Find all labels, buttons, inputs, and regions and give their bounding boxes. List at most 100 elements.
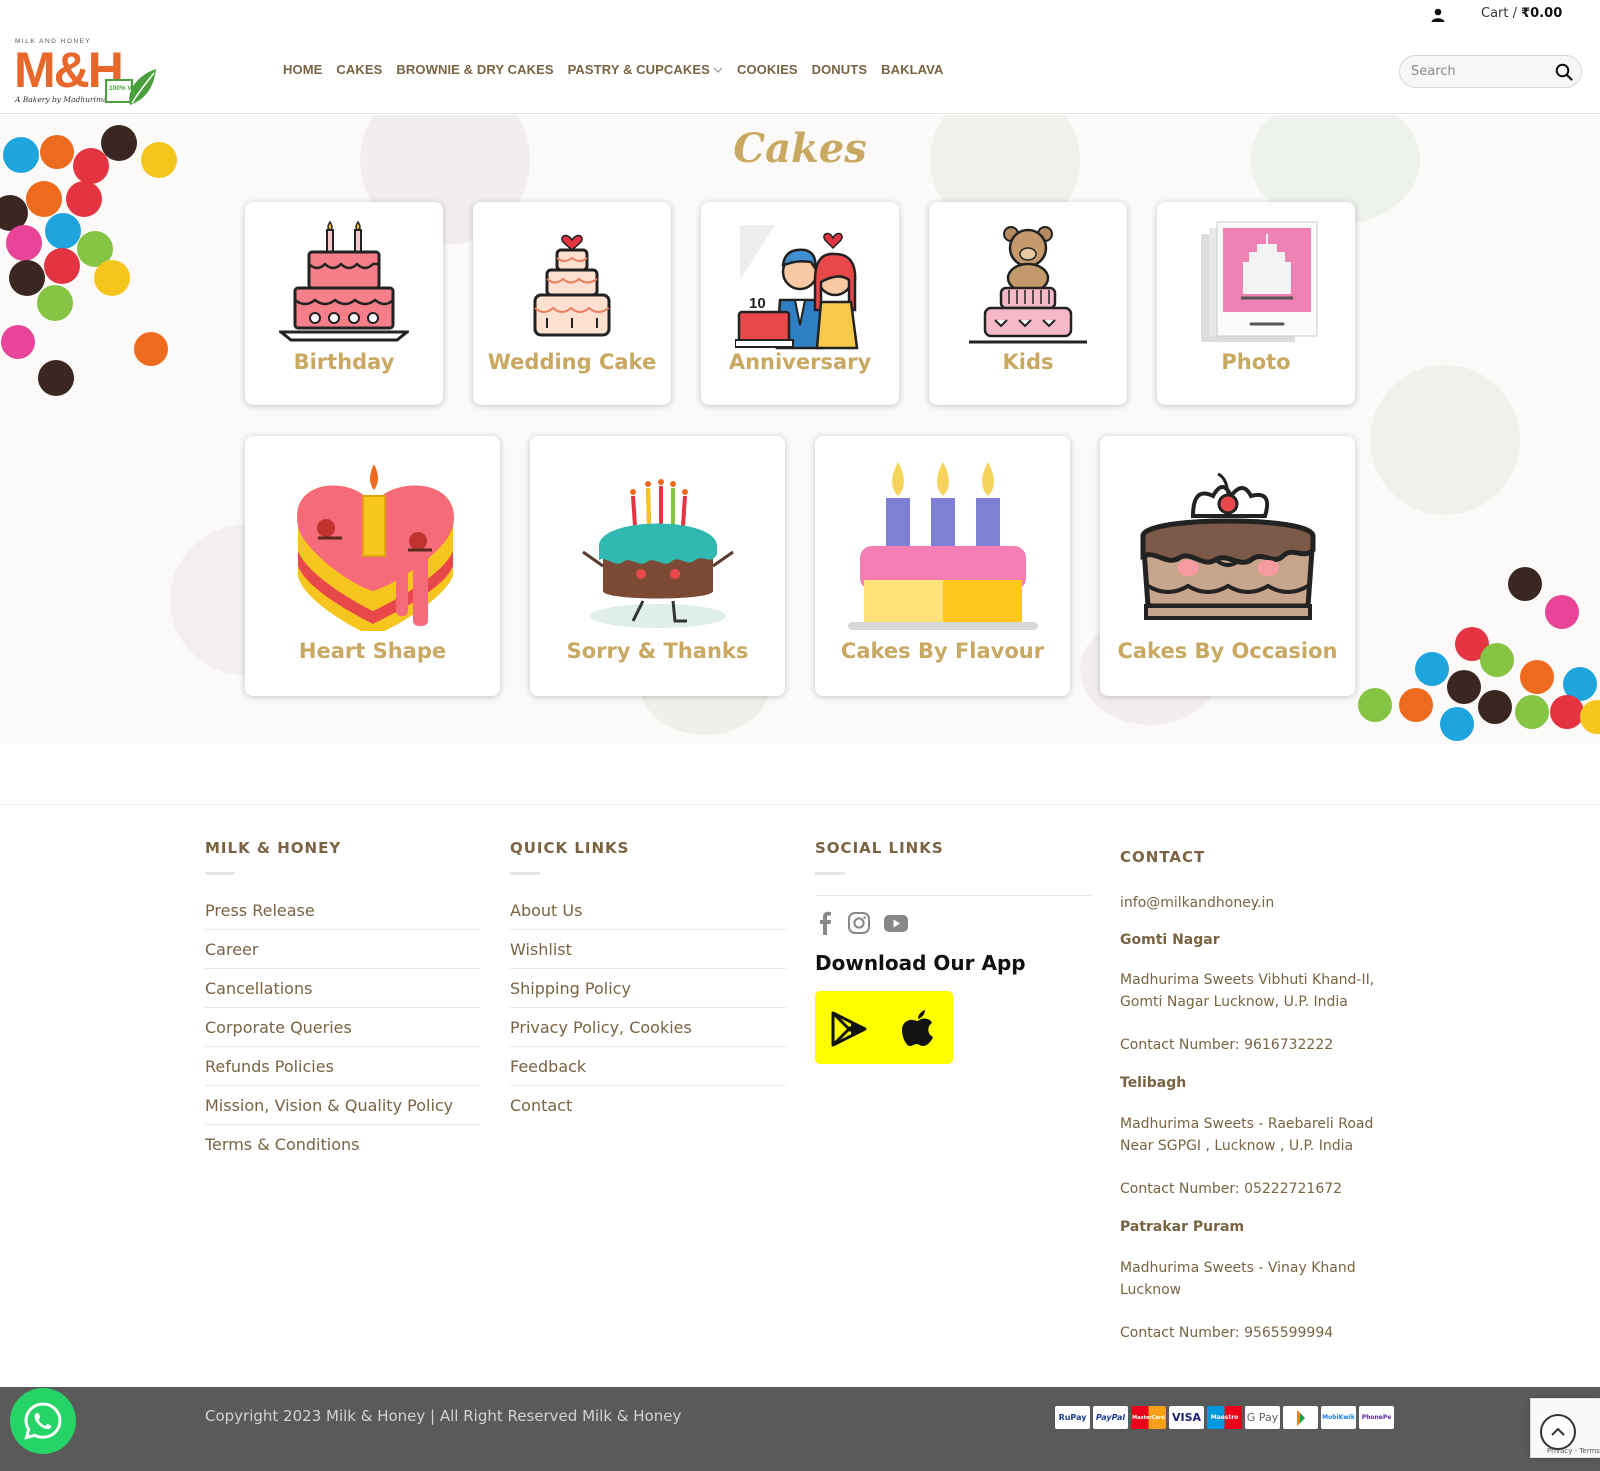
app-store-badges [815, 991, 953, 1064]
site-footer: MILK & HONEY Press Release Career Cancel… [0, 804, 1600, 1387]
title-divider [510, 872, 540, 875]
footer-link-mission-vision[interactable]: Mission, Vision & Quality Policy [205, 1086, 481, 1125]
social-icons [815, 911, 909, 935]
footer-link-feedback[interactable]: Feedback [510, 1047, 786, 1086]
mobikwik-icon: MobiKwik [1321, 1406, 1356, 1429]
category-label: Birthday [293, 350, 395, 374]
google-play-icon[interactable] [829, 1011, 869, 1047]
branch-phone: Contact Number: 9616732222 [1120, 1037, 1334, 1053]
category-label: Heart Shape [298, 639, 447, 663]
footer-column-title: CONTACT [1120, 848, 1206, 866]
search-input[interactable] [1411, 64, 1551, 79]
sorry-cake-icon [581, 479, 734, 628]
main-nav: HOME CAKES BROWNIE & DRY CAKES PASTRY & … [283, 62, 943, 77]
nav-cakes[interactable]: CAKES [336, 62, 382, 77]
branch-address-line1: Madhurima Sweets - Vinay Khand [1120, 1260, 1356, 1276]
anniversary-number-text: 10 [749, 295, 766, 312]
category-label: Cakes By Flavour [840, 639, 1045, 663]
footer-links-list: Press Release Career Cancellations Corpo… [205, 891, 481, 1164]
category-card-cakes-by-occasion[interactable]: Cakes By Occasion [1100, 436, 1355, 696]
heart-cake-icon [296, 464, 454, 631]
instagram-icon[interactable] [847, 911, 871, 935]
footer-link-privacy-policy[interactable]: Privacy Policy, Cookies [510, 1008, 786, 1047]
paypal-icon: PayPal [1093, 1406, 1128, 1429]
cart-label: Cart / [1481, 6, 1517, 21]
facebook-icon[interactable] [815, 911, 835, 935]
category-card-kids[interactable]: Kids [929, 202, 1127, 405]
back-to-top-button[interactable] [1540, 1414, 1576, 1450]
nav-baklava[interactable]: BAKLAVA [881, 62, 943, 77]
whatsapp-icon [24, 1402, 62, 1440]
nav-pastry-cupcakes[interactable]: PASTRY & CUPCAKES [568, 62, 723, 77]
photo-cake-icon [1201, 221, 1318, 342]
youtube-icon[interactable] [883, 911, 909, 935]
wedding-cake-icon [533, 234, 611, 337]
visa-icon: VISA [1169, 1406, 1204, 1429]
category-label: Cakes By Occasion [1117, 639, 1338, 663]
footer-link-about-us[interactable]: About Us [510, 891, 786, 930]
phonepe-icon: PhonePe [1359, 1406, 1394, 1429]
branch-address-line1: Madhurima Sweets Vibhuti Khand-II, [1120, 972, 1375, 988]
cart-amount: ₹0.00 [1521, 6, 1563, 21]
footer-link-press-release[interactable]: Press Release [205, 891, 481, 930]
category-card-wedding-cake[interactable]: Wedding Cake [473, 202, 671, 405]
nav-pastry-cupcakes-label: PASTRY & CUPCAKES [567, 62, 710, 77]
mastercard-icon: MasterCard [1131, 1406, 1166, 1429]
title-divider [205, 872, 235, 875]
social-divider [815, 895, 1091, 896]
footer-link-corporate-queries[interactable]: Corporate Queries [205, 1008, 481, 1047]
category-label: Anniversary [728, 350, 872, 374]
branch-name: Patrakar Puram [1120, 1219, 1245, 1235]
category-label: Sorry & Thanks [566, 639, 749, 663]
category-label: Wedding Cake [487, 350, 657, 374]
hero-section: Cakes Birthday Wedding Cake 10 Anniversa… [0, 115, 1600, 745]
rupay-icon: RuPay [1055, 1406, 1090, 1429]
contact-email[interactable]: info@milkandhoney.in [1120, 892, 1274, 914]
category-card-anniversary[interactable]: 10 Anniversary [701, 202, 899, 405]
nav-brownie-dry-cakes[interactable]: BROWNIE & DRY CAKES [396, 62, 553, 77]
branch-address-line2: Near SGPGI , Lucknow , U.P. India [1120, 1138, 1354, 1154]
branch-address-line2: Lucknow [1120, 1282, 1182, 1298]
category-card-heart-shape[interactable]: Heart Shape [245, 436, 500, 696]
footer-link-wishlist[interactable]: Wishlist [510, 930, 786, 969]
page-title: Cakes [733, 125, 867, 172]
macaron-decoration [1370, 365, 1520, 515]
nav-cookies[interactable]: COOKIES [737, 62, 798, 77]
footer-link-cancellations[interactable]: Cancellations [205, 969, 481, 1008]
footer-column-title: QUICK LINKS [510, 839, 630, 857]
footer-link-contact[interactable]: Contact [510, 1086, 786, 1125]
apple-icon[interactable] [901, 1009, 935, 1047]
search-box [1399, 55, 1582, 88]
category-card-cakes-by-flavour[interactable]: Cakes By Flavour [815, 436, 1070, 696]
search-icon[interactable] [1555, 63, 1573, 81]
chevron-up-icon [1551, 1427, 1565, 1436]
nav-home[interactable]: HOME [283, 62, 322, 77]
footer-link-refunds-policies[interactable]: Refunds Policies [205, 1047, 481, 1086]
logo[interactable]: MILK AND HONEY M&H A Bakery by Madhurima… [14, 35, 160, 107]
branch-phone: Contact Number: 9565599994 [1120, 1325, 1334, 1341]
footer-link-shipping-policy[interactable]: Shipping Policy [510, 969, 786, 1008]
copyright-text: Copyright 2023 Milk & Honey | All Right … [205, 1407, 682, 1425]
category-card-birthday[interactable]: Birthday [245, 202, 443, 405]
footer-link-terms-conditions[interactable]: Terms & Conditions [205, 1125, 481, 1164]
branch-address-line2: Gomti Nagar Lucknow, U.P. India [1120, 994, 1348, 1010]
cart-link[interactable]: Cart / ₹0.00 [1481, 6, 1562, 21]
user-icon[interactable] [1430, 8, 1446, 22]
category-card-photo[interactable]: Photo [1157, 202, 1355, 405]
chevron-down-icon [713, 67, 723, 73]
whatsapp-button[interactable] [10, 1388, 76, 1454]
maestro-icon: Maestro [1207, 1406, 1242, 1429]
branch-name: Telibagh [1120, 1075, 1187, 1091]
category-label: Photo [1221, 350, 1291, 374]
category-label: Kids [1002, 350, 1054, 374]
page: Cart / ₹0.00 MILK AND HONEY M&H A Bakery… [0, 0, 1600, 1471]
nav-donuts[interactable]: DONUTS [812, 62, 868, 77]
payment-icons: RuPay PayPal MasterCard VISA Maestro G P… [1055, 1406, 1394, 1429]
footer-link-career[interactable]: Career [205, 930, 481, 969]
occasion-cake-icon [1139, 472, 1316, 620]
anniversary-couple-icon: 10 [735, 225, 859, 350]
footer-links-list: About Us Wishlist Shipping Policy Privac… [510, 891, 786, 1125]
site-header: MILK AND HONEY M&H A Bakery by Madhurima… [0, 30, 1600, 114]
category-card-sorry-thanks[interactable]: Sorry & Thanks [530, 436, 785, 696]
flavour-cake-icon [847, 462, 1038, 630]
